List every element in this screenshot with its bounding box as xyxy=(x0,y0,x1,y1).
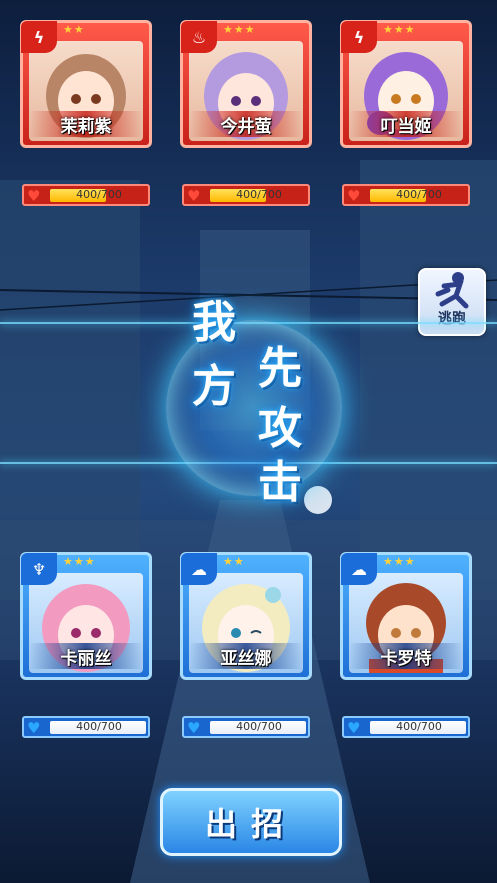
star-rating: ★★★ xyxy=(383,23,416,36)
hp-value: 400/700 xyxy=(236,720,282,733)
heart-icon: ♥ xyxy=(27,187,41,205)
star-rating: ★★★ xyxy=(63,555,96,568)
running-figure-icon xyxy=(435,272,469,309)
character-name: 亚丝娜 xyxy=(189,643,303,669)
enemy-card-3[interactable]: ϟ ★★★ 叮当姬 xyxy=(340,20,472,148)
heart-icon: ♥ xyxy=(27,719,41,737)
hp-value: 400/700 xyxy=(76,188,122,201)
hp-value: 400/700 xyxy=(236,188,282,201)
lightning-icon: ϟ xyxy=(341,21,377,53)
cloud-crest-icon: ☁ xyxy=(181,553,217,585)
turn-text-char: 先 xyxy=(258,343,302,394)
star-rating: ★★★ xyxy=(383,555,416,568)
ally-hp-bar-2: ♥ 400/700 xyxy=(182,716,310,738)
hp-value: 400/700 xyxy=(396,720,442,733)
heart-icon: ♥ xyxy=(347,719,361,737)
enemy-hp-bar-2: ♥ 400/700 xyxy=(182,184,310,206)
ally-card-1[interactable]: ♆ ★★★ 卡丽丝 xyxy=(20,552,152,680)
water-crest-icon: ♆ xyxy=(21,553,57,585)
character-name: 叮当姬 xyxy=(349,111,463,137)
turn-text-char: 我 xyxy=(192,297,236,348)
character-name: 卡丽丝 xyxy=(29,643,143,669)
star-rating: ★★★ xyxy=(223,23,256,36)
enemy-hp-bar-3: ♥ 400/700 xyxy=(342,184,470,206)
ally-hp-bar-1: ♥ 400/700 xyxy=(22,716,150,738)
ally-hp-bar-3: ♥ 400/700 xyxy=(342,716,470,738)
character-name: 今井萤 xyxy=(189,111,303,137)
star-rating: ★★ xyxy=(223,555,245,568)
character-name: 卡罗特 xyxy=(349,643,463,669)
hp-value: 400/700 xyxy=(76,720,122,733)
turn-text-char: 攻 xyxy=(258,403,302,454)
star-rating: ★★ xyxy=(63,23,85,36)
enemy-hp-bar-1: ♥ 400/700 xyxy=(22,184,150,206)
heart-icon: ♥ xyxy=(187,187,201,205)
character-name: 茉莉紫 xyxy=(29,111,143,137)
ally-card-2[interactable]: ☁ ★★ 亚丝娜 xyxy=(180,552,312,680)
heart-icon: ♥ xyxy=(347,187,361,205)
enemy-card-2[interactable]: ♨ ★★★ 今井萤 xyxy=(180,20,312,148)
hp-value: 400/700 xyxy=(396,188,442,201)
flee-button[interactable]: 逃跑 xyxy=(418,268,486,336)
lightning-icon: ϟ xyxy=(21,21,57,53)
enemy-card-1[interactable]: ϟ ★★ 茉莉紫 xyxy=(20,20,152,148)
turn-text-char: 方 xyxy=(192,361,236,412)
cloud-crest-icon: ☁ xyxy=(341,553,377,585)
heart-icon: ♥ xyxy=(187,719,201,737)
flee-label: 逃跑 xyxy=(438,311,466,327)
ally-card-3[interactable]: ☁ ★★★ 卡罗特 xyxy=(340,552,472,680)
attack-button[interactable]: 出招 xyxy=(160,788,342,856)
turn-text-char: 击 xyxy=(258,457,302,508)
fire-crest-icon: ♨ xyxy=(181,21,217,53)
